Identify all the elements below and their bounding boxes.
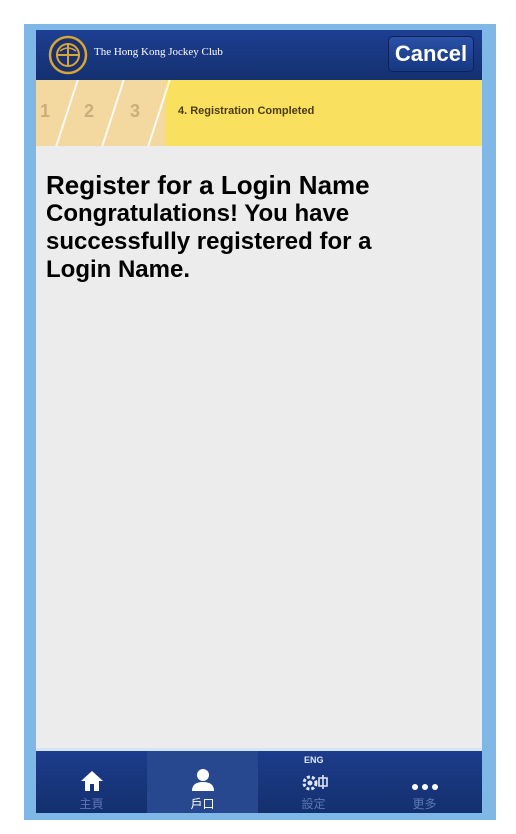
cancel-button[interactable]: Cancel xyxy=(388,36,474,72)
jockey-club-logo-icon xyxy=(48,35,88,75)
page-title: Register for a Login Name xyxy=(46,170,370,200)
app-screen: The Hong Kong Jockey Club Cancel 1 2 3 4… xyxy=(36,30,482,813)
nav-label-home: 主頁 xyxy=(79,797,104,811)
club-name: The Hong Kong Jockey Club xyxy=(94,46,223,58)
nav-item-settings[interactable]: ENG 設定 xyxy=(258,751,369,813)
main-content: Register for a Login Name Congratulation… xyxy=(46,170,466,284)
device-frame: The Hong Kong Jockey Club Cancel 1 2 3 4… xyxy=(24,24,496,820)
step-2: 2 xyxy=(84,101,95,121)
step-4-active: 4. Registration Completed xyxy=(178,105,315,117)
step-3: 3 xyxy=(130,101,141,121)
nav-item-more[interactable]: 更多 xyxy=(369,751,480,813)
settings-icon xyxy=(302,775,328,791)
nav-item-account[interactable]: 戶口 xyxy=(147,751,258,813)
registration-steps: 1 2 3 4. Registration Completed xyxy=(36,80,482,146)
home-icon xyxy=(80,771,103,791)
account-icon xyxy=(191,769,214,791)
completed-steps xyxy=(36,80,166,146)
nav-label-settings: 設定 xyxy=(301,797,326,811)
nav-item-home[interactable]: 主頁 xyxy=(36,751,147,813)
nav-label-account: 戶口 xyxy=(190,797,215,811)
nav-label-more: 更多 xyxy=(412,797,437,811)
app-header: The Hong Kong Jockey Club Cancel xyxy=(36,30,482,80)
bottom-nav: 主頁 戶口 ENG 設定 更多 xyxy=(36,748,482,813)
success-message: Congratulations! You have successfully r… xyxy=(46,200,372,283)
step-1: 1 xyxy=(40,101,51,121)
more-icon xyxy=(411,784,438,790)
language-toggle-label: ENG xyxy=(304,755,324,765)
